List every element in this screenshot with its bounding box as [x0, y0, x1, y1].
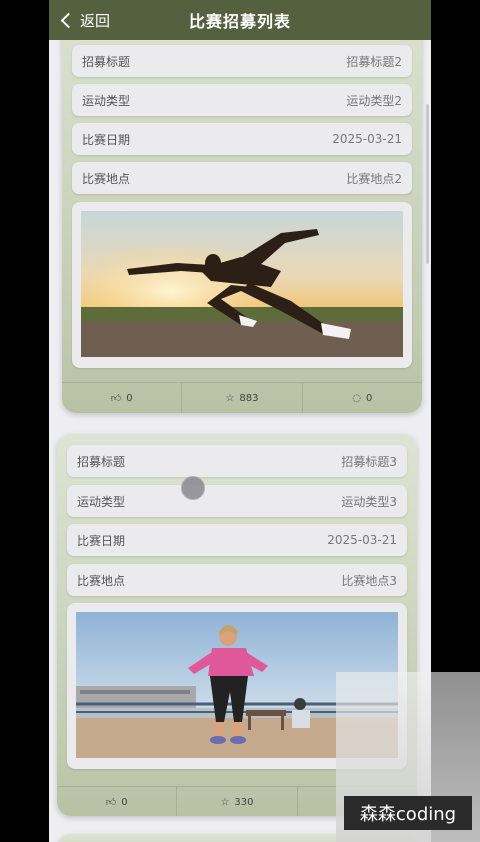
runner-photo [81, 211, 403, 357]
comment-icon: ◌ [352, 392, 361, 404]
field-row-date: 比赛日期 2025-03-21 [67, 524, 407, 556]
card-actions: 👍︎ 0 ☆ 883 ◌ 0 [62, 382, 422, 413]
field-row-sport: 运动类型 运动类型3 [67, 485, 407, 517]
field-row-title: 招募标题 招募标题3 [67, 445, 407, 477]
back-button[interactable]: 返回 [59, 0, 110, 40]
field-label: 比赛日期 [82, 132, 131, 147]
field-value: 比赛地点2 [346, 171, 402, 186]
thumbs-up-icon: 👍︎ [105, 797, 117, 808]
scrollbar[interactable] [426, 104, 429, 264]
navbar: 返回 比赛招募列表 [49, 0, 431, 40]
like-count: 0 [126, 392, 133, 404]
field-label: 比赛地点 [82, 171, 131, 186]
back-label: 返回 [80, 11, 111, 30]
star-icon: ☆ [220, 796, 230, 808]
comment-button[interactable]: ◌ 0 [303, 383, 422, 413]
touch-indicator [181, 476, 205, 500]
field-value: 2025-03-21 [332, 132, 402, 146]
card-image[interactable] [72, 202, 412, 368]
page-title: 比赛招募列表 [188, 12, 291, 31]
field-row-sport: 运动类型 运动类型2 [72, 84, 412, 116]
like-count: 0 [121, 796, 128, 808]
thumbs-up-icon: 👍︎ [110, 393, 122, 404]
star-icon: ☆ [225, 392, 235, 404]
recruit-card[interactable]: 招募标题 招募标题2 运动类型 运动类型2 比赛日期 2025-03-21 比赛… [62, 0, 422, 413]
like-button[interactable]: 👍︎ 0 [57, 787, 178, 816]
field-value: 2025-03-21 [327, 533, 397, 547]
field-label: 比赛地点 [77, 573, 126, 588]
field-label: 招募标题 [77, 454, 126, 469]
comment-count: 0 [366, 392, 373, 404]
field-value: 运动类型2 [346, 93, 402, 108]
field-label: 运动类型 [82, 93, 131, 108]
field-value: 招募标题2 [346, 54, 402, 69]
favorite-count: 330 [234, 796, 254, 808]
field-value: 招募标题3 [341, 454, 397, 469]
field-label: 比赛日期 [77, 533, 126, 548]
field-label: 招募标题 [82, 54, 131, 69]
field-row-location: 比赛地点 比赛地点3 [67, 564, 407, 596]
field-value: 比赛地点3 [341, 573, 397, 588]
field-row-date: 比赛日期 2025-03-21 [72, 123, 412, 155]
field-row-title: 招募标题 招募标题2 [72, 45, 412, 77]
favorite-button[interactable]: ☆ 330 [177, 787, 298, 816]
favorite-button[interactable]: ☆ 883 [182, 383, 303, 413]
field-row-location: 比赛地点 比赛地点2 [72, 162, 412, 194]
field-value: 运动类型3 [341, 494, 397, 509]
favorite-count: 883 [239, 392, 259, 404]
chevron-left-icon [60, 12, 77, 28]
like-button[interactable]: 👍︎ 0 [62, 383, 183, 413]
watermark-label: 森森coding [344, 796, 472, 830]
field-label: 运动类型 [77, 494, 126, 509]
